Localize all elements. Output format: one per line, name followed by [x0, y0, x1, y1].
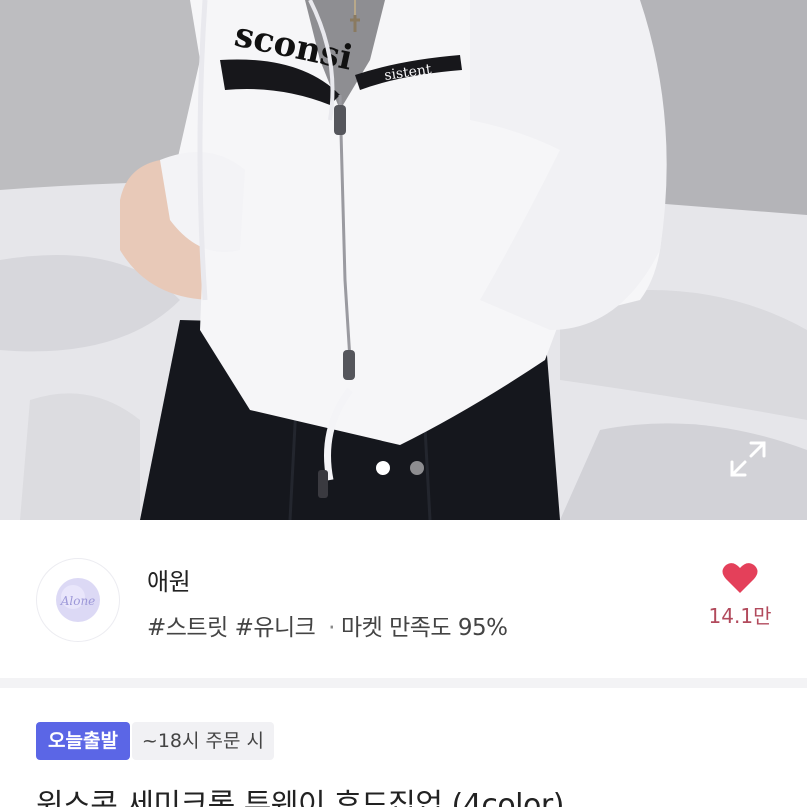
like-button[interactable]: 14.1만 — [700, 562, 780, 629]
section-divider — [0, 678, 807, 688]
carousel-dot-active[interactable] — [376, 461, 390, 475]
heart-icon — [722, 563, 758, 593]
expand-icon[interactable] — [729, 440, 767, 478]
seller-tag-street[interactable]: #스트릿 — [147, 615, 228, 641]
seller-tag-unique[interactable]: #유니크 — [235, 615, 316, 641]
avatar-logo-text: Alone — [60, 594, 96, 608]
product-image-carousel[interactable]: sconsi sistent — [0, 0, 807, 520]
badge-ship-today: 오늘출발 — [36, 722, 130, 760]
like-count: 14.1만 — [708, 604, 772, 628]
seller-name[interactable]: 애원 — [147, 562, 191, 597]
shipping-badges: 오늘출발 ~18시 주문 시 — [36, 722, 275, 760]
tag-separator: · — [328, 615, 335, 641]
product-detail-page: sconsi sistent Alone 애원 #스트릿 #유니크 · 마켓 만… — [0, 0, 807, 807]
product-photo: sconsi sistent — [0, 0, 807, 520]
carousel-dot[interactable] — [410, 461, 424, 475]
product-title: 윈스콘 세미크롭 투웨이 후드집업 (4color) — [36, 788, 564, 807]
badge-order-cutoff: ~18시 주문 시 — [131, 722, 275, 760]
seller-info: Alone 애원 #스트릿 #유니크 · 마켓 만족도 95% 14.1만 — [0, 520, 807, 678]
carousel-indicator — [376, 461, 424, 475]
market-satisfaction: 마켓 만족도 95% — [340, 615, 508, 641]
seller-avatar[interactable]: Alone — [36, 558, 120, 642]
seller-tags: #스트릿 #유니크 · 마켓 만족도 95% — [147, 608, 508, 642]
